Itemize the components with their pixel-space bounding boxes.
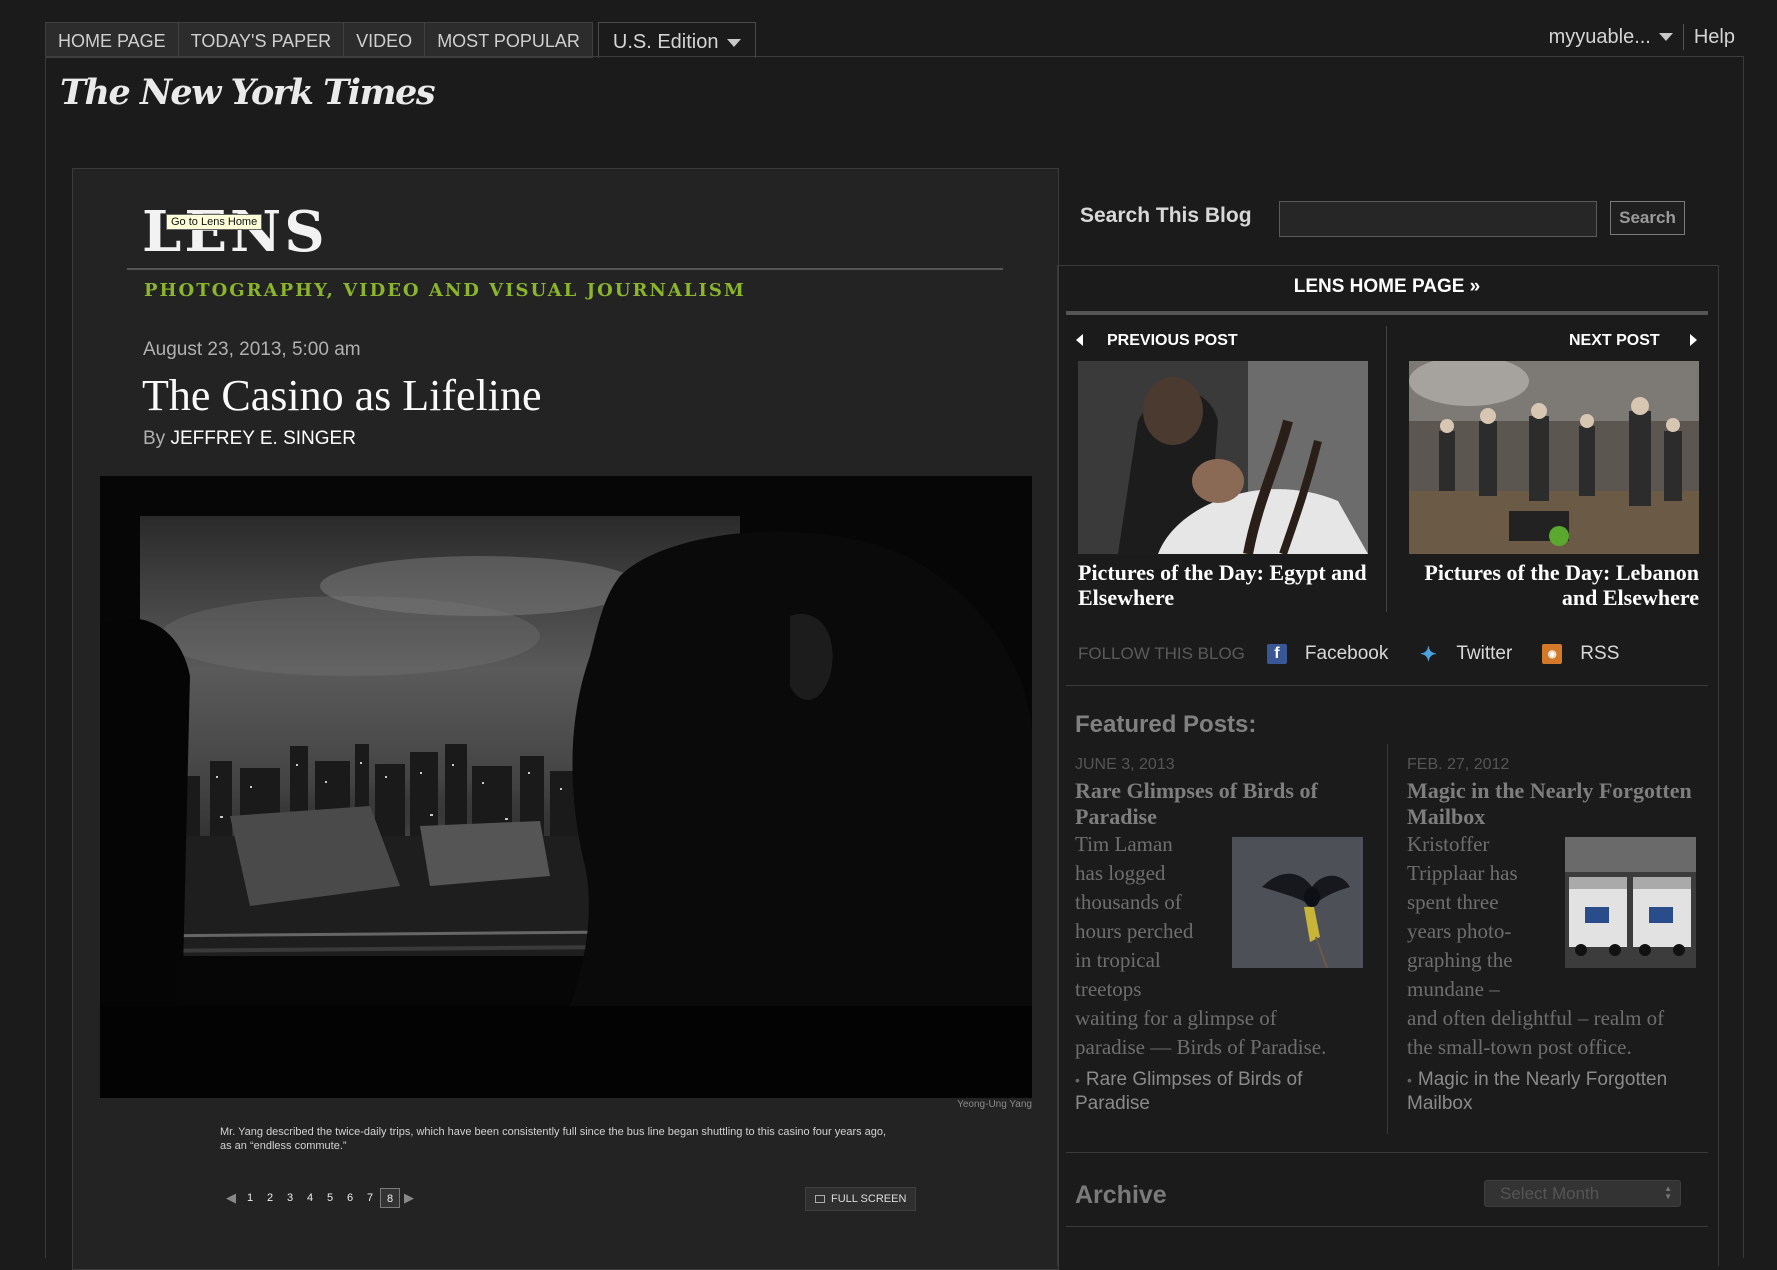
user-menu[interactable]: myyuable... — [1549, 26, 1673, 49]
featured-thumbnail[interactable] — [1565, 837, 1696, 968]
pager-page[interactable]: 4 — [300, 1188, 320, 1208]
featured-thumbnail[interactable] — [1232, 837, 1363, 968]
featured-title[interactable]: Magic in the Nearly Forgotten Mailbox — [1407, 778, 1697, 830]
user-area: myyuable... Help — [1549, 24, 1735, 50]
featured-date: FEB. 27, 2012 — [1407, 756, 1510, 773]
pager-page[interactable]: 2 — [260, 1188, 280, 1208]
pager-page[interactable]: 3 — [280, 1188, 300, 1208]
divider — [1066, 1152, 1708, 1153]
featured-title[interactable]: Rare Glimpses of Birds of Paradise — [1075, 778, 1365, 830]
archive-label: Archive — [1075, 1181, 1167, 1209]
nav-tab-todays-paper[interactable]: TODAY'S PAPER — [177, 22, 344, 58]
lens-tooltip: Go to Lens Home — [166, 214, 263, 230]
featured-posts-heading: Featured Posts: — [1075, 711, 1257, 738]
divider — [1743, 56, 1744, 1258]
search-label: Search This Blog — [1080, 204, 1252, 227]
nyt-logo[interactable]: The New York Times — [60, 72, 436, 113]
post-title: The Casino as Lifeline — [142, 371, 542, 420]
pager-page[interactable]: 7 — [360, 1188, 380, 1208]
user-name: myyuable... — [1548, 25, 1651, 48]
lens-home-link[interactable]: LENS HOME PAGE » — [1066, 276, 1708, 306]
caret-down-icon — [726, 38, 741, 47]
edition-dropdown[interactable]: U.S. Edition — [597, 22, 756, 58]
bullet-icon: • — [1075, 1072, 1080, 1088]
featured-link[interactable]: • Magic in the Nearly Forgotten Mailbox — [1407, 1068, 1677, 1115]
edition-label: U.S. Edition — [612, 31, 719, 53]
twitter-icon: ✦ — [1419, 643, 1437, 666]
hero-photo[interactable] — [100, 476, 1032, 1098]
post-date: August 23, 2013, 5:00 am — [143, 339, 361, 360]
divider — [1387, 744, 1388, 1134]
archive-month-select[interactable]: Select Month ▲ ▼ — [1484, 1180, 1681, 1207]
next-post-label: NEXT POST — [1569, 332, 1660, 349]
lens-tagline: PHOTOGRAPHY, VIDEO AND VISUAL JOURNALISM — [144, 280, 746, 301]
next-post-title[interactable]: Pictures of the Day: Lebanon and Elsewhe… — [1403, 560, 1699, 610]
photo-caption: Mr. Yang described the twice-daily trips… — [220, 1126, 887, 1152]
pager-page[interactable]: 6 — [340, 1188, 360, 1208]
byline-prefix: By — [143, 428, 166, 449]
fullscreen-button[interactable]: FULL SCREEN — [805, 1187, 917, 1211]
featured-link[interactable]: • Rare Glimpses of Birds of Paradise — [1075, 1068, 1345, 1115]
pager-page[interactable]: 5 — [320, 1188, 340, 1208]
photo-credit: Yeong-Ung Yang — [957, 1099, 1032, 1110]
pager-page-current[interactable]: 8 — [380, 1188, 400, 1208]
nav-tab-most-popular[interactable]: MOST POPULAR — [424, 22, 593, 58]
triangle-right-icon — [1689, 334, 1697, 346]
featured-date: JUNE 3, 2013 — [1075, 756, 1175, 773]
search-button[interactable]: Search — [1610, 201, 1685, 235]
next-post-link[interactable]: NEXT POST — [1569, 332, 1697, 350]
previous-post-title[interactable]: Pictures of the Day: Egypt and Elsewhere — [1078, 560, 1374, 610]
divider — [1066, 685, 1708, 686]
follow-row: FOLLOW THIS BLOG f Facebook ✦ Twitter ◉ … — [1078, 640, 1649, 668]
top-navigation: HOME PAGE TODAY'S PAPER VIDEO MOST POPUL… — [45, 22, 756, 58]
divider — [127, 268, 1003, 270]
divider — [1066, 1226, 1708, 1227]
nav-tab-video[interactable]: VIDEO — [343, 22, 425, 58]
help-link[interactable]: Help — [1694, 26, 1735, 49]
facebook-icon: f — [1266, 644, 1287, 664]
twitter-link[interactable]: ✦ Twitter — [1418, 643, 1513, 666]
pager-next-icon[interactable]: ▶ — [400, 1190, 418, 1206]
twitter-label: Twitter — [1456, 643, 1513, 664]
pager-prev-icon[interactable]: ◀ — [222, 1190, 240, 1206]
slideshow-pager: ◀ 1 2 3 4 5 6 7 8 ▶ — [222, 1188, 418, 1208]
archive-select-value: Select Month — [1500, 1184, 1600, 1203]
divider — [45, 56, 46, 1258]
caret-down-icon — [1658, 33, 1673, 42]
nav-tab-home-page[interactable]: HOME PAGE — [45, 22, 178, 58]
divider — [45, 56, 1744, 57]
facebook-label: Facebook — [1304, 643, 1389, 664]
follow-label: FOLLOW THIS BLOG — [1078, 644, 1245, 663]
author-link[interactable]: JEFFREY E. SINGER — [170, 428, 355, 449]
fullscreen-icon — [815, 1195, 825, 1203]
facebook-link[interactable]: f Facebook — [1266, 643, 1389, 665]
select-arrows-icon: ▲ ▼ — [1664, 1184, 1672, 1201]
previous-post-link[interactable]: PREVIOUS POST — [1076, 332, 1238, 350]
fullscreen-label: FULL SCREEN — [831, 1193, 907, 1205]
rss-label: RSS — [1580, 643, 1620, 664]
triangle-left-icon — [1076, 334, 1083, 346]
divider — [1682, 24, 1684, 50]
search-input[interactable] — [1279, 201, 1597, 237]
lens-logo[interactable]: LENS — [142, 204, 328, 260]
bullet-icon: • — [1407, 1072, 1412, 1088]
hero-photo-image — [100, 476, 1032, 1098]
rss-icon: ◉ — [1542, 644, 1563, 664]
rss-link[interactable]: ◉ RSS — [1542, 643, 1619, 665]
next-post-thumbnail[interactable] — [1409, 361, 1699, 554]
previous-post-label: PREVIOUS POST — [1107, 332, 1238, 349]
divider — [1066, 311, 1708, 315]
pager-page[interactable]: 1 — [240, 1188, 260, 1208]
previous-post-thumbnail[interactable] — [1078, 361, 1368, 554]
byline: By JEFFREY E. SINGER — [143, 428, 356, 450]
divider — [1386, 326, 1387, 612]
